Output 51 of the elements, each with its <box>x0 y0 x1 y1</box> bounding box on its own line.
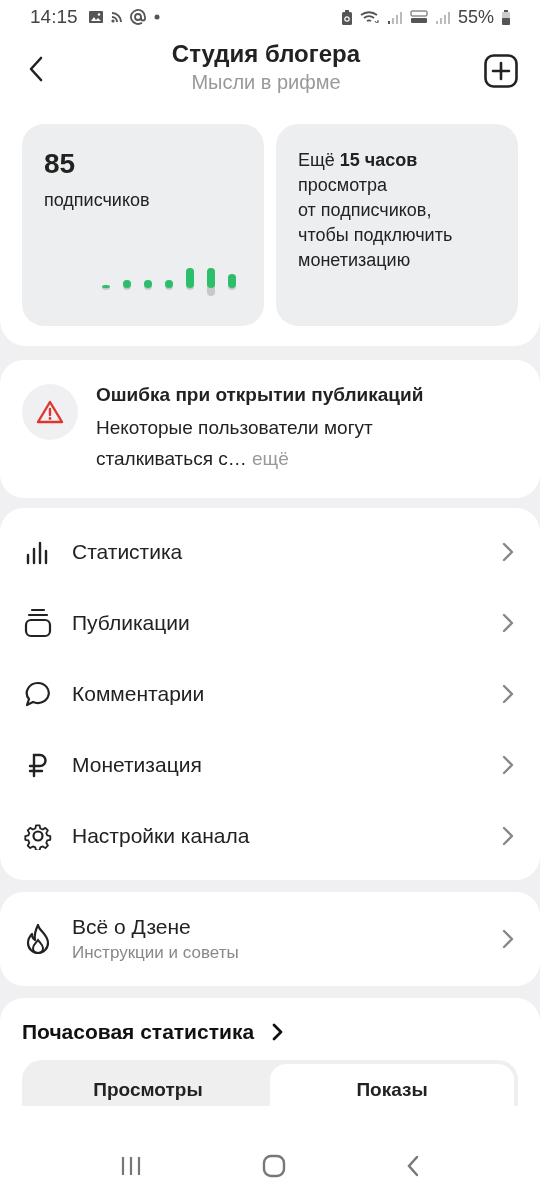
hourly-stats-link[interactable]: Почасовая статистика <box>22 1020 285 1044</box>
image-icon <box>88 11 103 23</box>
menu-label: Монетизация <box>72 752 203 777</box>
menu-label: Комментарии <box>72 681 206 706</box>
alert-card[interactable]: Ошибка при открытии публикаций Некоторые пользователи могут сталкиваться с… ещё <box>0 360 540 498</box>
monetization-card[interactable]: Ещё 15 часов просмотра от подписчиков, чтобы подключить монетизацию <box>276 124 518 326</box>
chevron-right-icon <box>502 754 514 775</box>
about-title: Всё о Дзене <box>72 915 192 939</box>
menu-item[interactable]: Настройки канала <box>0 800 540 871</box>
menu-item[interactable]: Комментарии <box>0 658 540 729</box>
channel-name: Мысли в рифме <box>191 71 341 94</box>
menu-item[interactable]: Публикации <box>0 587 540 658</box>
home-icon[interactable] <box>262 1154 286 1178</box>
page-title: Студия блогера <box>171 40 361 68</box>
battery-icon <box>502 9 510 25</box>
subscriber-label: подписчиков <box>44 190 151 211</box>
chevron-right-icon <box>502 612 514 633</box>
chevron-right-icon <box>502 541 514 562</box>
chevron-right-icon <box>502 683 514 704</box>
dot-icon <box>153 14 160 20</box>
monetization-text: Ещё 15 часов просмотра от подписчиков, чтобы подключить монетизацию <box>298 149 454 272</box>
menu-label: Статистика <box>72 539 184 564</box>
about-subtitle: Инструкции и советы <box>72 943 240 963</box>
tab[interactable]: Просмотры <box>26 1064 270 1106</box>
status-time: 14:15 <box>30 6 78 28</box>
rss-icon <box>110 11 122 23</box>
alert-title: Ошибка при открытии публикаций <box>96 384 425 406</box>
alert-text: Некоторые пользователи могут сталкиваться с… ещё <box>96 416 374 471</box>
subscribers-card[interactable]: 85 подписчиков <box>22 124 264 326</box>
signal-icon <box>435 10 450 24</box>
tab[interactable]: Показы <box>270 1064 514 1106</box>
at-sign-icon <box>129 9 146 25</box>
battery-level: 55% <box>457 6 494 28</box>
menu-label: Публикации <box>72 610 191 635</box>
speech-bubble-icon <box>24 679 52 708</box>
signal-icon <box>387 10 402 24</box>
chevron-right-icon <box>272 1023 285 1041</box>
chevron-right-icon <box>502 825 514 846</box>
back-icon[interactable] <box>406 1155 420 1177</box>
menu-item[interactable]: Статистика <box>0 516 540 587</box>
wifi-icon <box>359 9 380 25</box>
warning-icon <box>22 384 78 440</box>
battery-saver-icon <box>341 9 352 25</box>
flame-icon <box>24 923 52 955</box>
recent-apps-icon[interactable] <box>120 1156 142 1176</box>
stack-icon <box>24 607 52 638</box>
menu-label: Настройки канала <box>72 823 251 848</box>
chevron-right-icon <box>502 929 514 949</box>
menu-item[interactable]: Монетизация <box>0 729 540 800</box>
about-card[interactable]: Всё о Дзене Инструкции и советы <box>0 892 540 986</box>
subscriber-count: 85 <box>44 148 77 180</box>
